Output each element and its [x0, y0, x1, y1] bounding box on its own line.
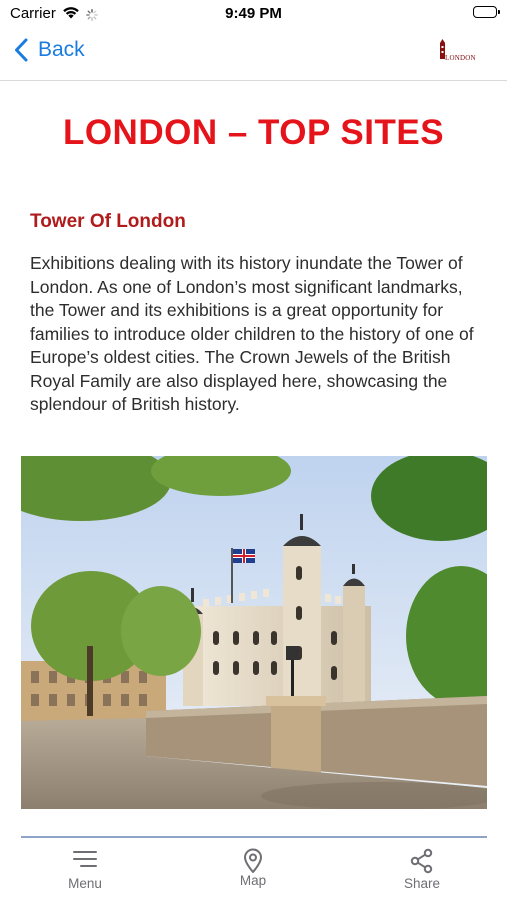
map-pin-icon	[193, 848, 313, 874]
back-label: Back	[38, 38, 85, 61]
page-title: LONDON – TOP SITES	[62, 113, 445, 152]
battery-icon	[473, 6, 500, 18]
tab-share[interactable]: Share	[362, 838, 482, 900]
section-title: Tower Of London	[30, 211, 186, 232]
navigation-bar: Back LONDON	[0, 28, 507, 81]
tab-menu[interactable]: Menu	[25, 838, 145, 900]
tab-map-label: Map	[239, 873, 267, 888]
bottom-tab-bar: Menu Map Share	[0, 838, 507, 900]
logo-text: LONDON	[445, 54, 476, 62]
tab-map[interactable]: Map	[193, 838, 313, 900]
london-logo: LONDON	[437, 39, 477, 65]
status-bar: Carrier 9:49 PM	[0, 0, 507, 28]
tower-of-london-photo	[21, 456, 487, 809]
section-description: Exhibitions dealing with its history inu…	[30, 253, 474, 414]
share-icon	[362, 848, 482, 874]
tab-share-label: Share	[403, 876, 441, 891]
tab-menu-label: Menu	[68, 876, 102, 891]
chevron-left-icon	[15, 38, 28, 62]
back-button[interactable]: Back	[14, 38, 85, 62]
menu-icon	[25, 848, 145, 874]
status-time: 9:49 PM	[225, 5, 282, 22]
